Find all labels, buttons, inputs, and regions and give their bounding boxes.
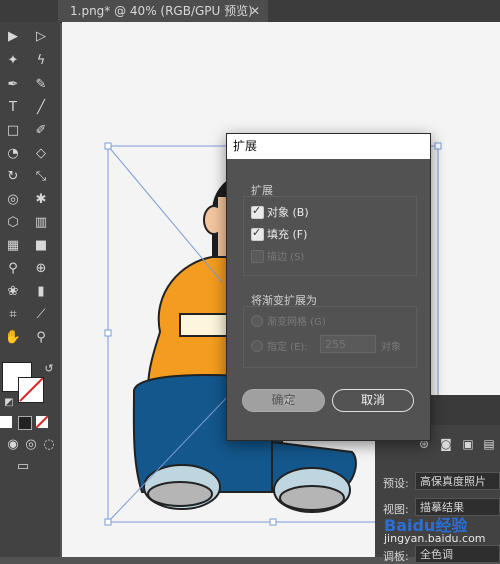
fill-checkbox[interactable] [251,226,264,241]
puppet-warp-icon[interactable]: ✱ [32,191,50,209]
document-tab-title: 1.png* @ 40% (RGB/GPU 预览) [70,4,253,18]
swap-fill-stroke-icon[interactable]: ↺ [40,360,58,378]
color-mode-icon[interactable] [0,416,12,428]
curvature-tool-icon[interactable]: ✎ [32,76,50,94]
mesh-tool-icon[interactable]: ▦ [4,237,22,255]
gradient-mode-icon[interactable] [18,416,32,430]
slice-tool-icon[interactable]: ⟋ [32,306,50,324]
hand-tool-icon[interactable]: ✋ [4,329,22,347]
artboard-tool-icon[interactable]: ⌗ [4,306,22,324]
none-mode-icon[interactable] [36,416,48,428]
dialog-title: 扩展 [227,134,430,159]
shape-builder-icon[interactable]: ⬡ [4,214,22,232]
watermark-url: jingyan.baidu.com [384,532,486,545]
preset-select[interactable]: 高保真度照片 [415,472,500,490]
specify-input[interactable]: 255 [320,335,376,353]
paintbrush-icon[interactable]: ✐ [32,122,50,140]
fill-label: 填充 (F) [267,228,308,241]
specify-radio[interactable] [251,340,263,352]
stroke-checkbox[interactable] [251,250,264,263]
mode-label: 调板: [383,550,409,563]
stroke-swatch[interactable] [18,377,44,403]
gradient-mesh-radio[interactable] [251,315,263,327]
screen-mode-icon[interactable]: ▭ [14,458,32,476]
close-icon[interactable]: ✕ [250,0,260,22]
selection-tool-icon[interactable]: ▶ [4,28,22,46]
scale-tool-icon[interactable]: ⤡ [32,168,50,186]
default-colors-icon[interactable]: ◩ [0,394,18,412]
rectangle-tool-icon[interactable]: □ [4,122,22,140]
object-checkbox[interactable] [251,204,264,219]
document-tab[interactable]: 1.png* @ 40% (RGB/GPU 预览) ✕ [58,0,268,22]
tools-panel: ▶ ▷ ✦ ϟ ✒ ✎ T ╱ □ ✐ ◔ ◇ ↻ ⤡ ◎ ✱ ⬡ ▥ ▦ ■ … [0,22,60,557]
gradient-tool-icon[interactable]: ■ [32,237,50,255]
eyedropper-icon[interactable]: ⚲ [4,260,22,278]
high-color-icon[interactable]: ◙ [437,435,455,453]
draw-inside-icon[interactable]: ◌ [40,436,58,454]
eraser-icon[interactable]: ◇ [32,145,50,163]
perspective-grid-icon[interactable]: ▥ [32,214,50,232]
document-tab-bar: 1.png* @ 40% (RGB/GPU 预览) ✕ [0,0,500,23]
specify-label: 指定 (E): [267,342,308,353]
specify-unit: 对象 [381,342,401,353]
expand-dialog: 扩展 扩展 对象 (B) 填充 (F) 描边 (S) 将渐变扩展为 渐变网格 (… [226,133,431,441]
grayscale-icon[interactable]: ▤ [480,435,498,453]
pen-tool-icon[interactable]: ✒ [4,76,22,94]
warp-tool-icon[interactable]: ◎ [4,191,22,209]
mouse-cursor-icon: ☝ [284,394,292,408]
symbol-sprayer-icon[interactable]: ❀ [4,283,22,301]
blend-tool-icon[interactable]: ⊕ [32,260,50,278]
low-color-icon[interactable]: ▣ [459,435,477,453]
draw-behind-icon[interactable]: ◎ [22,436,40,454]
rotate-tool-icon[interactable]: ↻ [4,168,22,186]
line-tool-icon[interactable]: ╱ [32,99,50,117]
preset-label: 预设: [383,477,409,490]
lasso-icon[interactable]: ϟ [32,52,50,70]
cancel-button[interactable]: 取消 [332,389,414,412]
gradient-mesh-label: 渐变网格 (G) [267,317,326,328]
column-graph-icon[interactable]: ▮ [32,283,50,301]
stroke-label: 描边 (S) [267,252,305,263]
zoom-tool-icon[interactable]: ⚲ [32,329,50,347]
magic-wand-icon[interactable]: ✦ [4,52,22,70]
draw-normal-icon[interactable]: ◉ [4,436,22,454]
object-label: 对象 (B) [267,206,309,219]
direct-selection-tool-icon[interactable]: ▷ [32,28,50,46]
type-tool-icon[interactable]: T [4,99,22,117]
shaper-tool-icon[interactable]: ◔ [4,145,22,163]
mode-select[interactable]: 全色调 [415,545,500,563]
